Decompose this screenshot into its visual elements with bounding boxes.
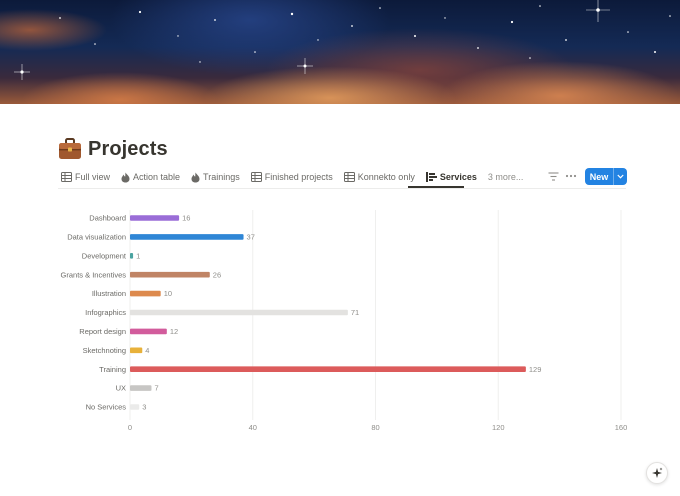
- bar-value-label: 3: [142, 403, 146, 412]
- bar[interactable]: [130, 253, 134, 259]
- tab-full-view[interactable]: Full view: [58, 166, 113, 188]
- more-tabs-button[interactable]: 3 more...: [485, 166, 527, 188]
- category-label: Report design: [79, 327, 126, 336]
- bar-value-label: 37: [247, 233, 255, 242]
- tab-label: Action table: [133, 172, 181, 182]
- more-options-icon: [565, 174, 577, 178]
- cover-stars: [14, 0, 671, 80]
- tab-label: Finished projects: [264, 172, 333, 182]
- category-label: Infographics: [85, 308, 126, 317]
- bar[interactable]: [130, 385, 152, 391]
- bar[interactable]: [130, 328, 167, 335]
- category-label: Illustration: [92, 289, 126, 298]
- category-label: Dashboard: [89, 214, 126, 223]
- category-label: Training: [99, 365, 126, 374]
- cover-image[interactable]: [0, 0, 680, 104]
- tab-label: Konnekto only: [357, 172, 415, 182]
- category-label: Grants & Incentives: [61, 270, 127, 279]
- more-options-button[interactable]: [564, 169, 578, 183]
- bar[interactable]: [130, 366, 526, 372]
- tab-label: Full view: [75, 172, 111, 182]
- table-icon: [61, 172, 72, 182]
- bar[interactable]: [130, 234, 244, 240]
- category-label: Data visualization: [67, 233, 126, 242]
- tab-label: Trainings: [203, 172, 240, 182]
- bar-value-label: 12: [170, 327, 178, 336]
- bar[interactable]: [130, 271, 210, 278]
- page-title-row: Projects: [58, 134, 168, 164]
- new-dropdown-button[interactable]: [614, 174, 627, 179]
- tab-services[interactable]: Services: [423, 166, 480, 188]
- new-button[interactable]: New: [585, 168, 627, 185]
- bar-value-label: 1: [136, 251, 140, 260]
- bar[interactable]: [130, 290, 161, 297]
- bar[interactable]: [130, 215, 180, 221]
- bar-value-label: 10: [164, 289, 172, 298]
- page-title[interactable]: Projects: [88, 138, 168, 161]
- x-tick-label: 80: [371, 423, 379, 432]
- ai-assistant-button[interactable]: [646, 462, 668, 484]
- bar-value-label: 7: [154, 384, 158, 393]
- bar[interactable]: [130, 404, 140, 410]
- tabs-divider: [58, 188, 626, 189]
- bar-value-label: 16: [182, 214, 190, 223]
- bar-chart-icon: [425, 172, 437, 182]
- category-label: No Services: [86, 403, 127, 412]
- x-tick-label: 0: [128, 423, 132, 432]
- bar[interactable]: [130, 309, 348, 316]
- bar-value-label: 4: [145, 346, 149, 355]
- chevron-down-icon: [617, 174, 624, 179]
- category-label: Development: [82, 251, 127, 260]
- tab-konnekto-only[interactable]: Konnekto only: [341, 166, 418, 188]
- sparkle-icon: [652, 467, 663, 478]
- services-bar-chart[interactable]: 0 40 80 120 160 Dashboard 16 Data visualization…: [0, 200, 680, 440]
- new-button-label: New: [589, 171, 609, 182]
- filter-icon: [548, 171, 558, 181]
- flame-icon: [121, 172, 130, 182]
- bar[interactable]: [130, 347, 143, 354]
- tab-action-table[interactable]: Action table: [118, 166, 183, 188]
- table-icon: [250, 172, 262, 182]
- flame-icon: [191, 172, 200, 182]
- filter-button[interactable]: [546, 169, 560, 183]
- bar-value-label: 129: [529, 365, 542, 374]
- category-label: Sketchnoting: [83, 346, 126, 355]
- view-tabs: Full view Action table Trainings Finishe…: [58, 166, 531, 188]
- bar-value-label: 71: [351, 308, 359, 317]
- tab-label: Services: [439, 172, 477, 182]
- briefcase-icon[interactable]: [58, 138, 82, 160]
- x-tick-label: 40: [249, 423, 257, 432]
- tab-trainings[interactable]: Trainings: [188, 166, 243, 188]
- x-tick-label: 160: [615, 423, 628, 432]
- category-label: UX: [116, 384, 126, 393]
- table-icon: [343, 172, 355, 182]
- tab-finished-projects[interactable]: Finished projects: [248, 166, 336, 188]
- bar-value-label: 26: [213, 270, 221, 279]
- x-tick-label: 120: [492, 423, 505, 432]
